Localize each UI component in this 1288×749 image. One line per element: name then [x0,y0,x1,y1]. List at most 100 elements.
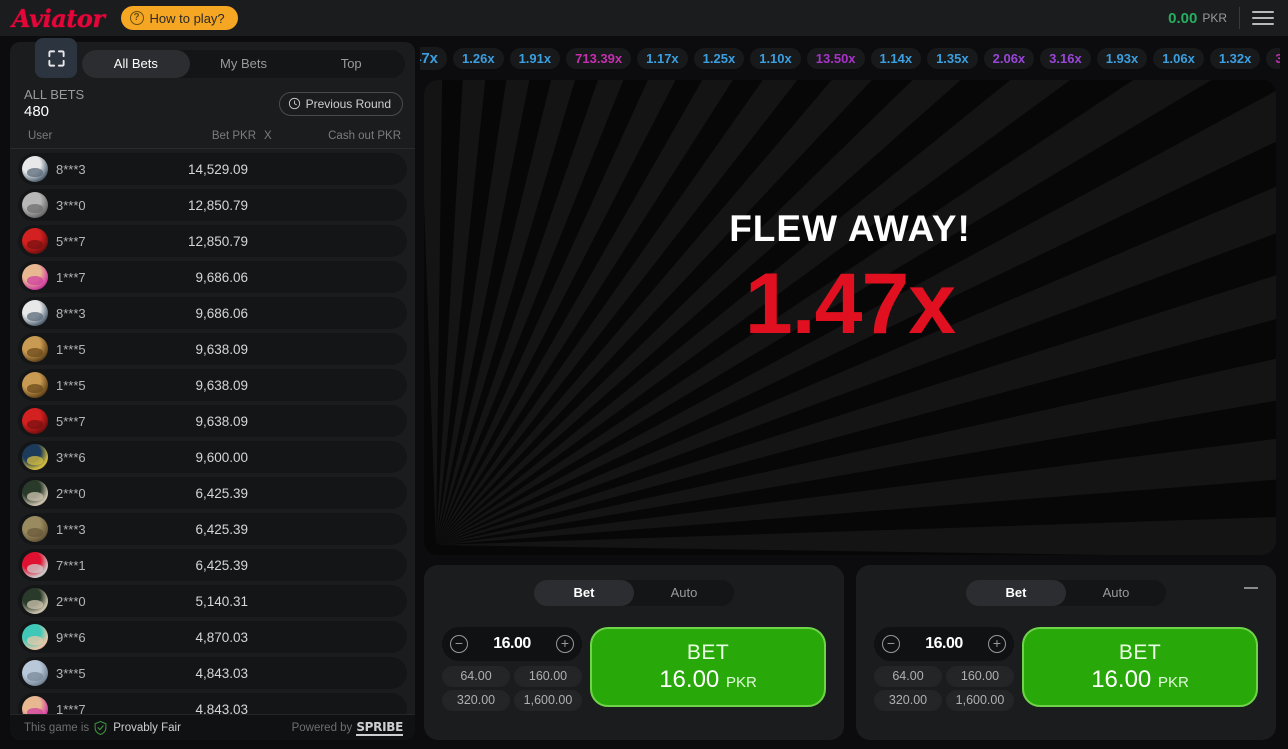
column-user: User [28,130,53,142]
quick-amount-button[interactable]: 64.00 [442,666,510,687]
provably-fair-label[interactable]: Provably Fair [113,722,181,734]
multiplier-chip[interactable]: 34.72x [1266,47,1280,69]
how-to-play-button[interactable]: ? How to play? [120,6,238,30]
table-row[interactable]: 8***3 9,686.06 [18,297,407,329]
row-username: 1***3 [56,521,86,537]
table-row[interactable]: 1***3 6,425.39 [18,513,407,545]
quick-amounts: 64.00 160.00 320.00 1,600.00 [874,666,1014,711]
bet-mode-tab-bet[interactable]: Bet [534,580,634,606]
aviator-logo[interactable]: Aviator [12,4,105,33]
multiplier-chip[interactable]: 1.17x [637,47,688,69]
bets-panel: All Bets My Bets Top ALL BETS 480 Previous… [10,42,415,740]
row-username: 5***7 [56,233,86,249]
row-username: 3***0 [56,197,86,213]
quick-amount-button[interactable]: 160.00 [946,666,1014,687]
multiplier-chip[interactable]: 1.35x [927,47,978,69]
table-row[interactable]: 1***7 9,686.06 [18,261,407,293]
multiplier-chip[interactable]: 1.93x [1096,47,1148,69]
row-username: 1***7 [56,269,86,285]
quick-amount-button[interactable]: 64.00 [874,666,942,687]
avatar [22,516,48,542]
place-bet-button[interactable]: BET 16.00 PKR [1022,627,1258,707]
table-row[interactable]: 2***0 5,140.31 [18,585,407,617]
multiplier-chip[interactable]: 1.06x [1153,47,1204,69]
plus-circle-icon[interactable]: + [987,635,1006,653]
shield-check-icon [94,720,107,735]
avatar [22,408,48,434]
bet-button-amount: 16.00 PKR [659,665,757,693]
quick-amount-button[interactable]: 160.00 [514,666,582,687]
quick-amount-button[interactable]: 1,600.00 [946,690,1014,711]
row-username: 2***0 [56,485,86,501]
row-username: 1***5 [56,377,86,393]
row-username: 5***7 [56,413,86,429]
multiplier-chip[interactable]: 1.26x [453,47,504,69]
column-bet: Bet PKR [211,130,256,142]
row-bet-amount: 6,425.39 [195,521,248,537]
multiplier-chip[interactable]: 1.25x [693,47,745,69]
quick-amount-button[interactable]: 320.00 [442,690,510,711]
row-bet-amount: 12,850.79 [187,197,248,213]
avatar [22,624,48,650]
bets-tab-top[interactable]: Top [297,50,405,78]
table-row[interactable]: 3***6 9,600.00 [18,441,407,473]
fullscreen-icon [47,49,65,67]
multiplier-chip[interactable]: 2.06x [983,47,1035,69]
multiplier-history-bar: 47x1.26x1.91x713.39x1.17x1.25x1.10x13.50… [420,42,1280,74]
previous-round-button[interactable]: Previous Round [278,91,403,116]
bets-tab-my-bets[interactable]: My Bets [190,50,298,78]
bet-amount-value[interactable]: 16.00 [925,635,963,653]
balance-area: 0.00 PKR [1168,0,1288,36]
bet-amount-value[interactable]: 16.00 [493,635,531,653]
previous-round-label: Previous Round [305,96,391,111]
table-row[interactable]: 1***5 9,638.09 [18,369,407,401]
minus-circle-icon[interactable]: − [882,635,900,653]
collapse-icon[interactable] [1244,587,1258,589]
bet-button-label: BET [686,640,730,664]
bet-mode-tab-bet[interactable]: Bet [966,580,1066,606]
table-row[interactable]: 5***7 9,638.09 [18,405,407,437]
column-cashout: Cash out PKR [328,130,401,142]
quick-amount-button[interactable]: 1,600.00 [514,690,582,711]
fullscreen-button[interactable] [35,38,77,78]
hamburger-menu-icon[interactable] [1252,11,1274,25]
minus-circle-icon[interactable]: − [450,635,468,653]
table-row[interactable]: 1***5 9,638.09 [18,333,407,365]
row-username: 1***7 [56,701,86,715]
row-username: 7***1 [56,557,86,573]
table-row[interactable]: 2***0 6,425.39 [18,477,407,509]
spribe-brand: SPRIBE [356,719,403,736]
bet-panel-2: Bet Auto −16.00 +64.00 160.00 320.00 1,600.00 B… [856,565,1276,740]
how-to-play-label: How to play? [149,10,225,26]
table-row[interactable]: 5***7 12,850.79 [18,225,407,257]
table-row[interactable]: 9***6 4,870.03 [18,621,407,653]
quick-amount-button[interactable]: 320.00 [874,690,942,711]
all-bets-label: ALL BETS [24,87,85,102]
bets-tab-all-bets[interactable]: All Bets [82,50,190,78]
bet-mode-tab-auto[interactable]: Auto [634,580,734,606]
row-bet-amount: 4,843.03 [195,665,248,681]
bet-panel-1: Bet Auto − 16.00 +64.00 160.00 320.00 1,600.00 B… [424,565,844,740]
multiplier-chip[interactable]: 1.14x [870,47,922,69]
multiplier-chip[interactable]: 1.10x [750,47,801,69]
bet-mode-tab-auto[interactable]: Auto [1066,580,1166,606]
multiplier-chip[interactable]: 1.91x [509,47,561,69]
multiplier-chip[interactable]: 713.39x [566,47,632,69]
bet-button-currency: PKR [725,673,757,691]
column-multiplier: X [264,130,272,142]
table-row[interactable]: 8***3 14,529.09 [18,153,407,185]
avatar [22,588,48,614]
plus-circle-icon[interactable]: + [555,635,574,653]
table-row[interactable]: 3***5 4,843.03 [18,657,407,689]
table-row[interactable]: 7***1 6,425.39 [18,549,407,581]
table-row[interactable]: 3***0 12,850.79 [18,189,407,221]
multiplier-chip[interactable]: 13.50x [806,47,865,69]
bet-amount-stepper: − 16.00 + [874,627,1014,661]
bets-list[interactable]: 8***3 14,529.09 3***0 12,850.79 5***7 12,850.… [10,149,415,714]
crash-multiplier: 1.47x [744,256,956,352]
multiplier-chip[interactable]: 47x [420,46,448,70]
table-row[interactable]: 1***7 4,843.03 [18,693,407,714]
multiplier-chip[interactable]: 1.32x [1209,47,1261,69]
multiplier-chip[interactable]: 3.16x [1040,47,1091,69]
place-bet-button[interactable]: BET 16.00 PKR [590,627,826,707]
